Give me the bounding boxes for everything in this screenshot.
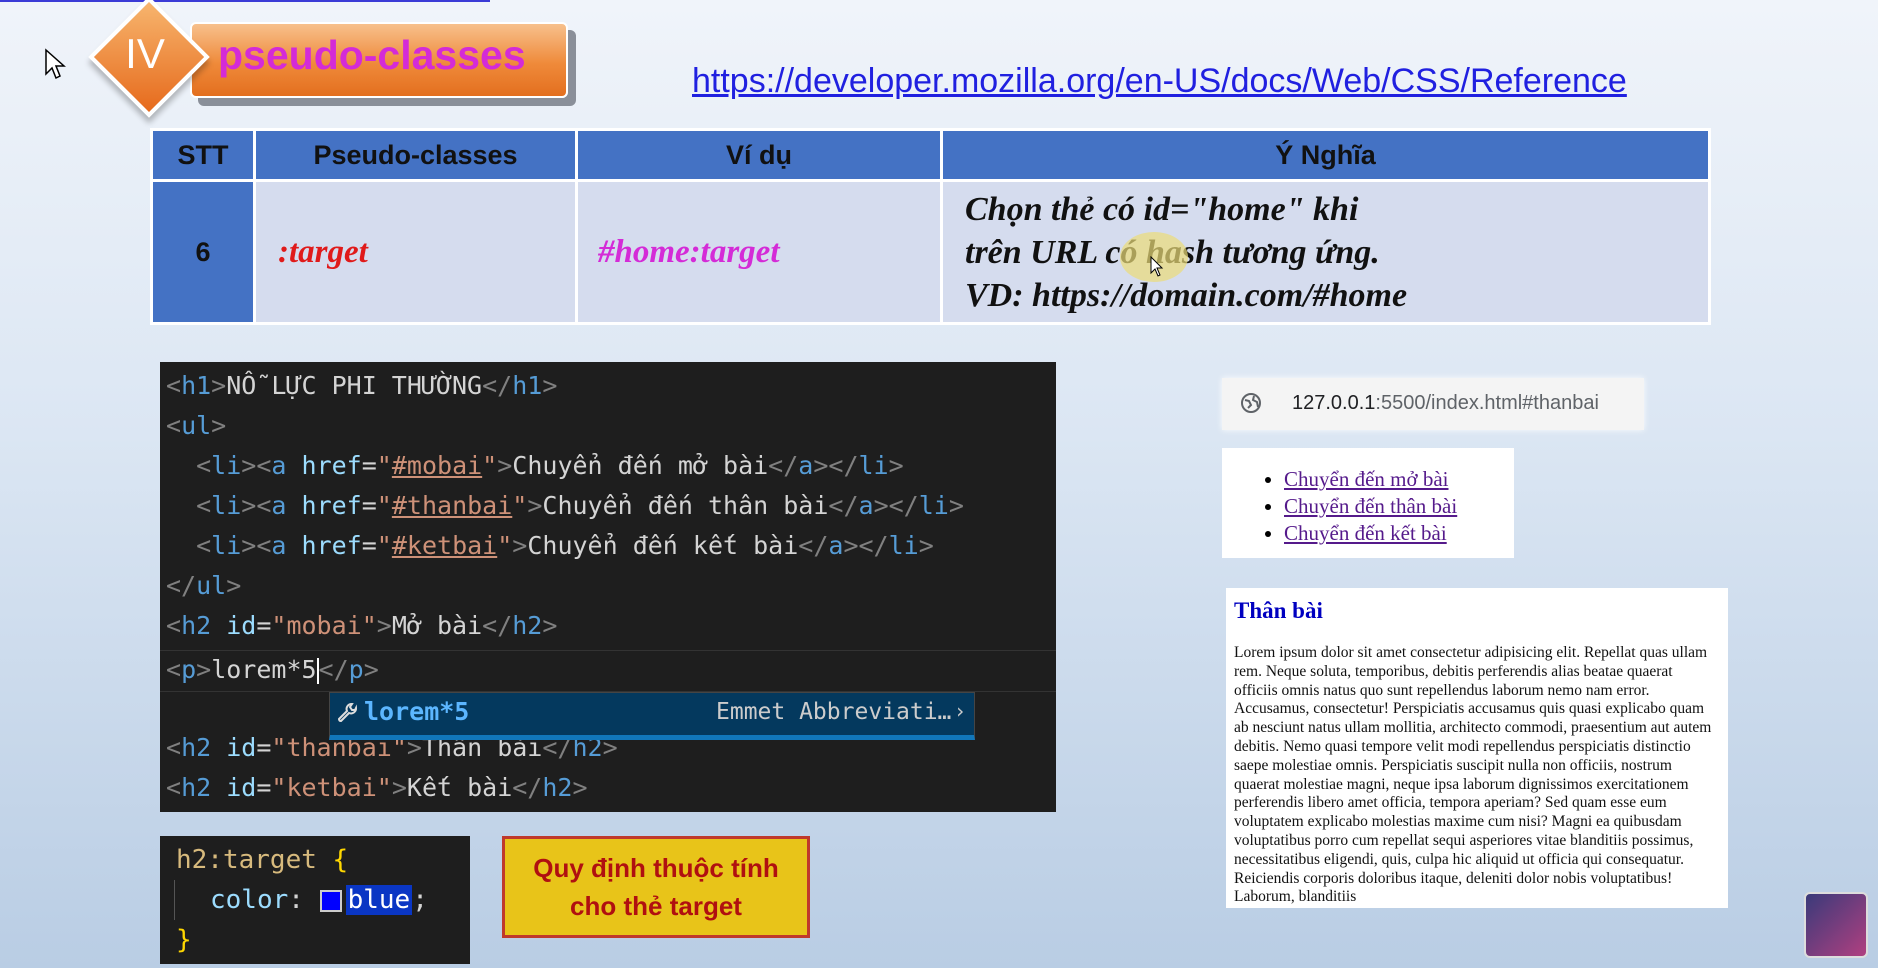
indent-guide — [174, 880, 175, 920]
list-item: Chuyển đến mở bài — [1284, 466, 1514, 493]
url-text[interactable]: 127.0.0.1:5500/index.html#thanbai — [1292, 392, 1599, 415]
list-item: Chuyển đến kết bài — [1284, 520, 1514, 547]
mdn-reference-link[interactable]: https://developer.mozilla.org/en-US/docs… — [692, 62, 1627, 101]
header-stt: STT — [150, 128, 256, 182]
header-pseudo-classes: Pseudo-classes — [253, 128, 578, 182]
note-line-2: cho thẻ target — [570, 891, 742, 921]
code-line: <li><a href="#ketbai">Chuyển đến kết bài… — [196, 531, 934, 560]
note-line-1: Quy định thuộc tính — [533, 853, 779, 883]
css-line: } — [176, 925, 192, 955]
meaning-line-3: VD: https://domain.com/#home — [965, 276, 1408, 314]
globe-icon — [1241, 393, 1261, 413]
link-thanbai[interactable]: Chuyển đến thân bài — [1284, 494, 1457, 518]
css-value: blue — [345, 885, 413, 915]
code-line: <h1>NỖ LỰC PHI THƯỜNG</h1> — [166, 371, 558, 400]
chevron-right-icon[interactable]: › — [954, 699, 966, 723]
code-h1-text: NỖ LỰC PHI THƯỜNG — [226, 371, 483, 400]
browser-address-bar[interactable]: 127.0.0.1:5500/index.html#thanbai — [1222, 378, 1644, 430]
link-mobai[interactable]: Chuyển đến mở bài — [1284, 467, 1449, 491]
link-ketbai[interactable]: Chuyển đến kết bài — [1284, 521, 1447, 545]
header-example: Ví dụ — [575, 128, 943, 182]
code-line: <h2 id="mobai">Mở bài</h2> — [166, 611, 558, 640]
table-row: 6 :target #home:target Chọn thẻ có id="h… — [150, 179, 1711, 325]
css-selector: h2:target — [176, 845, 317, 875]
code-line: <li><a href="#mobai">Chuyển đến mở bài</… — [196, 451, 904, 480]
code-line: <ul> — [166, 411, 227, 440]
table-header-row: STT Pseudo-classes Ví dụ Ý Nghĩa — [150, 128, 1711, 182]
code-editor[interactable]: <h1>NỖ LỰC PHI THƯỜNG</h1> <ul> <li><a h… — [160, 362, 1056, 812]
row-meaning: Chọn thẻ có id="home" khi trên URL có ha… — [940, 179, 1711, 325]
code-line: </ul> — [166, 571, 242, 600]
url-host: 127.0.0.1 — [1292, 392, 1376, 414]
code-line: <h2 id="ketbai">Kết bài</h2> — [166, 773, 588, 802]
text-cursor-icon — [1150, 256, 1164, 277]
suggestion-detail: Emmet Abbreviati… — [716, 699, 952, 725]
note-box: Quy định thuộc tính cho thẻ target — [502, 836, 810, 938]
color-swatch[interactable] — [319, 889, 342, 912]
section-title: pseudo-classes — [218, 32, 526, 78]
pseudo-class-table: STT Pseudo-classes Ví dụ Ý Nghĩa 6 :targ… — [150, 128, 1711, 325]
code-line: <p>lorem*5</p> — [166, 655, 379, 684]
section-paragraph: Lorem ipsum dolor sit amet consectetur a… — [1234, 644, 1712, 906]
row-pseudo-class: :target — [253, 179, 578, 325]
row-example: #home:target — [575, 179, 943, 325]
section-heading: Thân bài — [1234, 598, 1323, 623]
url-path: :5500/index.html#thanbai — [1375, 392, 1599, 414]
emmet-suggestion-popup[interactable]: lorem*5 Emmet Abbreviati… › — [329, 692, 975, 740]
header-meaning: Ý Nghĩa — [940, 128, 1711, 182]
wrench-icon — [338, 703, 357, 722]
section-number: IV — [125, 30, 165, 77]
mouse-pointer-icon — [45, 48, 66, 80]
top-accent-line — [0, 0, 490, 2]
css-property: color — [210, 885, 289, 915]
suggestion-label[interactable]: lorem*5 — [364, 697, 469, 726]
meaning-line-1: Chọn thẻ có id="home" khi — [965, 190, 1359, 228]
css-line: h2:target { — [176, 845, 349, 875]
code-line: <li><a href="#thanbai">Chuyển đến thân b… — [196, 491, 964, 520]
list-item: Chuyển đến thân bài — [1284, 493, 1514, 520]
css-code-snippet: h2:target { color: blue; } — [160, 836, 470, 964]
rendered-page-section: Thân bài Lorem ipsum dolor sit amet cons… — [1226, 588, 1728, 908]
row-stt: 6 — [150, 179, 256, 325]
rendered-link-list: Chuyển đến mở bài Chuyển đến thân bài Ch… — [1222, 448, 1514, 558]
meaning-line-2: trên URL có hash tương ứng. — [965, 233, 1380, 271]
css-line: color: blue; — [210, 885, 428, 915]
channel-avatar[interactable] — [1804, 892, 1868, 958]
